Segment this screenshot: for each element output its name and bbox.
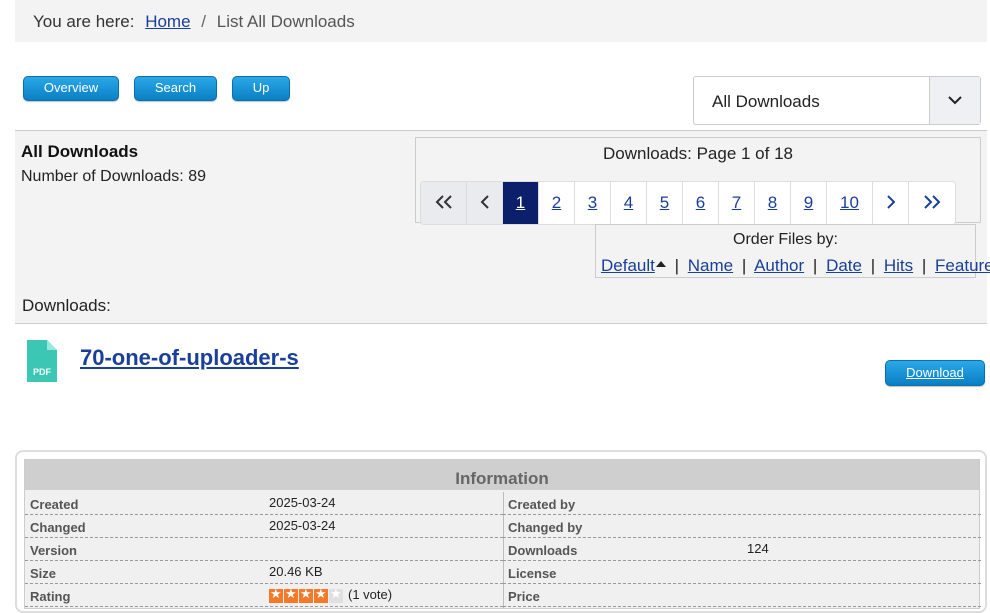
info-row-price: Price <box>503 584 981 607</box>
page-6[interactable]: 6 <box>683 182 719 224</box>
order-author-link[interactable]: Author <box>754 256 804 275</box>
info-row-version: Version <box>25 538 503 561</box>
next-page-button[interactable] <box>873 182 909 224</box>
search-button[interactable]: Search <box>134 76 217 101</box>
order-separator: | <box>921 256 927 275</box>
info-key: Changed <box>30 520 86 535</box>
info-key: Downloads <box>508 543 578 558</box>
order-date-link[interactable]: Date <box>826 256 862 275</box>
info-row-changed: Changed 2025-03-24 <box>25 515 503 538</box>
info-row-created-by: Created by <box>503 492 981 515</box>
category-select[interactable]: All Downloads <box>693 76 981 125</box>
chevron-down-icon <box>948 96 962 105</box>
info-row-downloads: Downloads 124 <box>503 538 981 561</box>
pagination: 1 2 3 4 5 6 7 8 9 10 <box>420 181 956 225</box>
overview-button[interactable]: Overview <box>23 76 119 101</box>
last-page-button[interactable] <box>909 182 955 224</box>
chevron-right-icon <box>886 195 895 209</box>
up-button[interactable]: Up <box>232 76 290 101</box>
info-value: 2025-03-24 <box>269 495 336 510</box>
info-key: Rating <box>30 589 71 604</box>
order-hits-link[interactable]: Hits <box>884 256 913 275</box>
category-header-panel: All Downloads Number of Downloads: 89 Do… <box>15 130 990 324</box>
double-chevron-right-icon <box>924 195 941 209</box>
information-box: Information Created 2025-03-24 Changed 2… <box>15 450 987 613</box>
star-icon[interactable] <box>284 587 298 603</box>
page-2[interactable]: 2 <box>539 182 575 224</box>
breadcrumb-current: List All Downloads <box>216 12 355 31</box>
order-files-box: Order Files by: Default | Name | Author … <box>595 224 990 278</box>
order-name-link[interactable]: Name <box>688 256 733 275</box>
info-key: License <box>508 566 557 581</box>
download-button[interactable]: Download <box>885 360 985 386</box>
category-select-value: All Downloads <box>712 92 820 111</box>
first-page-button[interactable] <box>421 182 467 224</box>
rating-votes: (1 vote) <box>348 587 393 602</box>
info-value: 2025-03-24 <box>269 518 336 533</box>
info-key: Changed by <box>508 520 583 535</box>
info-left-column: Created 2025-03-24 Changed 2025-03-24 Ve… <box>25 492 504 608</box>
info-row-license: License <box>503 561 981 584</box>
order-default-link[interactable]: Default <box>601 256 655 275</box>
page-3[interactable]: 3 <box>575 182 611 224</box>
page-4[interactable]: 4 <box>611 182 647 224</box>
info-key: Created by <box>508 497 576 512</box>
info-key: Price <box>508 589 540 604</box>
pdf-file-icon: PDF <box>27 340 57 382</box>
info-row-size: Size 20.46 KB <box>25 561 503 584</box>
order-separator: | <box>674 256 680 275</box>
downloads-section-label: Downloads: <box>22 296 111 315</box>
chevron-left-icon <box>480 195 489 209</box>
star-icon[interactable] <box>299 587 313 603</box>
file-title-link[interactable]: 70-one-of-uploader-s <box>80 345 299 371</box>
star-icon[interactable] <box>269 587 283 603</box>
order-featured-link[interactable]: Featured <box>935 256 990 275</box>
order-separator: | <box>870 256 876 275</box>
select-arrow-button[interactable] <box>929 77 980 124</box>
star-icon[interactable] <box>314 587 328 603</box>
order-separator: | <box>812 256 818 275</box>
page-9[interactable]: 9 <box>791 182 827 224</box>
page-5[interactable]: 5 <box>647 182 683 224</box>
order-separator: | <box>741 256 747 275</box>
info-value: 20.46 KB <box>269 564 323 579</box>
page-8[interactable]: 8 <box>755 182 791 224</box>
pagination-title: Downloads: Page 1 of 18 <box>603 144 793 163</box>
info-key: Created <box>30 497 79 512</box>
information-table: Information Created 2025-03-24 Changed 2… <box>24 459 981 609</box>
downloads-count: Number of Downloads: 89 <box>21 168 206 185</box>
rating-value: (1 vote) <box>269 587 392 603</box>
rating-stars[interactable] <box>269 587 344 603</box>
order-files-title: Order Files by: <box>733 231 838 248</box>
star-icon[interactable] <box>329 587 343 603</box>
pagination-box: Downloads: Page 1 of 18 1 2 3 4 5 6 7 8 … <box>415 137 981 225</box>
breadcrumb-home-link[interactable]: Home <box>145 12 190 31</box>
page-10[interactable]: 10 <box>827 182 873 224</box>
pdf-icon-label: PDF <box>33 367 52 377</box>
sort-ascending-icon <box>655 261 666 267</box>
info-row-created: Created 2025-03-24 <box>25 492 503 515</box>
category-title: All Downloads <box>21 142 139 161</box>
breadcrumb-separator: / <box>201 12 207 31</box>
prev-page-button[interactable] <box>467 182 503 224</box>
info-key: Size <box>30 566 57 581</box>
info-row-changed-by: Changed by <box>503 515 981 538</box>
info-value: 124 <box>747 541 769 556</box>
double-chevron-left-icon <box>435 195 452 209</box>
info-key: Version <box>30 543 77 558</box>
info-row-rating: Rating (1 vote) <box>25 584 503 607</box>
page-7[interactable]: 7 <box>719 182 755 224</box>
order-files-links: Default | Name | Author | Date | Hits | … <box>601 256 990 276</box>
information-heading: Information <box>25 460 979 490</box>
breadcrumb: You are here: Home / List All Downloads <box>15 0 987 42</box>
page-1[interactable]: 1 <box>503 182 539 224</box>
info-right-column: Created by Changed by Downloads 124 Lice… <box>503 492 981 607</box>
breadcrumb-prefix: You are here: <box>33 12 135 31</box>
